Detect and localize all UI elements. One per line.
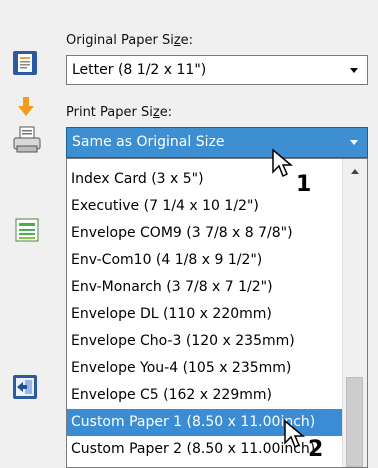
print-paper-size-select[interactable]: Same as Original Size [66,127,368,158]
cursor-icon [271,148,295,182]
label-text-end: e: [180,33,194,48]
original-paper-size-select[interactable]: Letter (8 1/2 x 11") [66,55,368,85]
label-access-key: z [152,105,160,120]
dropdown-option[interactable]: Executive (7 1/4 x 10 1/2") [67,193,343,220]
print-paper-size-label: Print Paper Size: [66,105,172,120]
original-paper-icon [12,50,38,80]
dropdown-option[interactable]: Env-Monarch (3 7/8 x 7 1/2") [67,274,343,301]
paper-size-dropdown-list[interactable]: Index Card (3 x 5") Executive (7 1/4 x 10… [66,158,368,468]
dropdown-option[interactable]: Envelope DL (110 x 220mm) [67,301,343,328]
paper-stack-icon [14,217,40,247]
original-paper-size-value: Letter (8 1/2 x 11") [72,62,207,78]
print-paper-size-value: Same as Original Size [72,134,225,150]
dropdown-option[interactable]: Envelope C5 (162 x 229mm) [67,382,343,409]
printer-icon [13,126,41,158]
dropdown-option[interactable]: Envelope Cho-3 (120 x 235mm) [67,328,343,355]
label-text: Original Paper Si [66,33,174,48]
callout-number-2: 2 [308,437,324,462]
cursor-icon [283,419,307,453]
original-paper-size-label: Original Paper Size: [66,33,193,48]
dropdown-scrollbar[interactable] [342,159,367,467]
callout-number-1: 1 [296,172,312,197]
scroll-up-arrow-icon[interactable] [351,169,359,174]
chevron-down-icon[interactable] [350,68,358,73]
label-text: Print Paper Si [66,105,153,120]
dropdown-option[interactable]: Env-Com10 (4 1/8 x 9 1/2") [67,247,343,274]
dropdown-option[interactable]: Envelope COM9 (3 7/8 x 8 7/8") [67,220,343,247]
layout-arrow-icon [12,374,38,404]
chevron-down-icon[interactable] [350,140,358,145]
scrollbar-thumb[interactable] [346,377,363,467]
down-arrow-icon [18,97,34,121]
label-text-end: e: [159,105,173,120]
dropdown-option[interactable]: Envelope You-4 (105 x 235mm) [67,355,343,382]
label-access-key: z [173,33,181,48]
